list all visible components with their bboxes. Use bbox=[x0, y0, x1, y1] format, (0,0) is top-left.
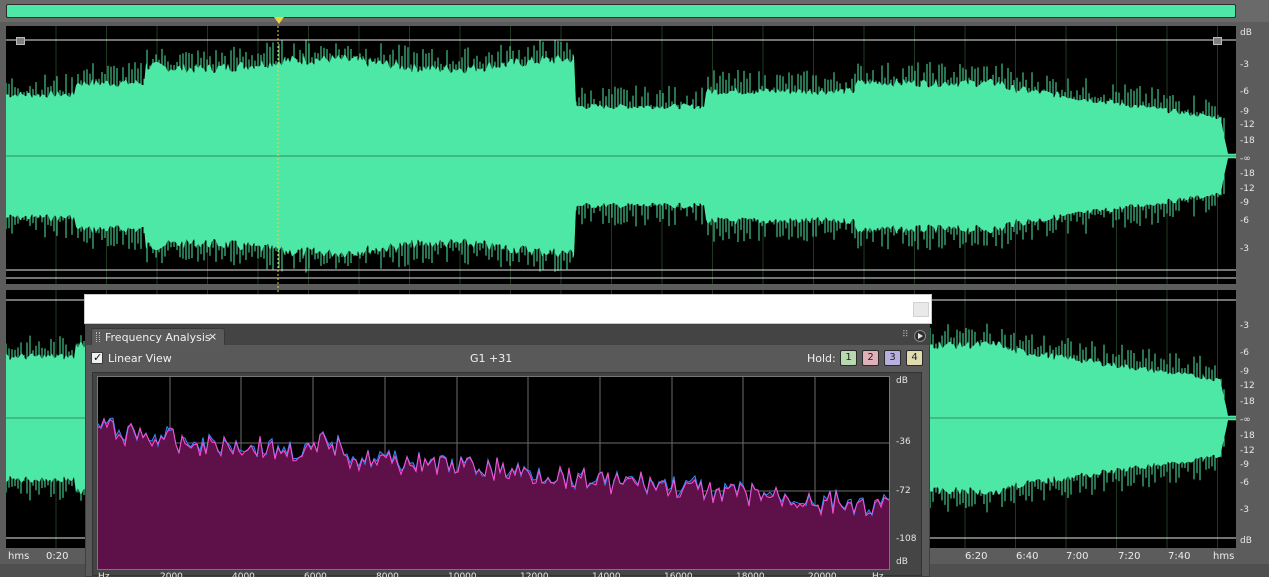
time-tick-label: 0:20 bbox=[46, 551, 69, 562]
cursor-readout: G1 +31 bbox=[470, 352, 513, 365]
db-label: -12 bbox=[1240, 184, 1255, 194]
db-label: -9 bbox=[1240, 198, 1249, 208]
waveform-overview-range[interactable] bbox=[6, 4, 1236, 18]
floating-panel-close-icon[interactable] bbox=[913, 302, 929, 317]
time-tick-label: 7:40 bbox=[1168, 551, 1191, 562]
checkmark-icon: ✓ bbox=[93, 351, 103, 364]
frequency-analysis-panel: Frequency Analysis × ⠿ ✓ Linear View G1 … bbox=[85, 324, 930, 577]
linear-view-label: Linear View bbox=[108, 352, 172, 365]
frequency-controls-row: ✓ Linear View G1 +31 Hold: 1 2 3 4 bbox=[86, 347, 929, 369]
spectrum-db-label: dB bbox=[896, 376, 908, 386]
spectrum-freq-label: Hz bbox=[872, 572, 884, 577]
spectrum-freq-label: 12000 bbox=[520, 572, 549, 577]
floating-panel-header[interactable] bbox=[84, 294, 932, 324]
panel-tab-bar: Frequency Analysis × ⠿ bbox=[86, 325, 929, 345]
tab-label: Frequency Analysis bbox=[105, 331, 211, 344]
spectrum-freq-label: 6000 bbox=[304, 572, 327, 577]
waveform-db-ruler: dB -3 -6 -9 -12 -18 -∞ -18 -12 -9 -6 -3 … bbox=[1236, 26, 1269, 548]
spectrum-freq-label: Hz bbox=[98, 572, 110, 577]
tab-close-icon[interactable]: × bbox=[208, 330, 217, 343]
db-label: -3 bbox=[1240, 60, 1249, 70]
db-label: -12 bbox=[1240, 381, 1255, 391]
time-unit-label: hms bbox=[1213, 551, 1235, 562]
right-range-handle-icon[interactable] bbox=[1213, 37, 1222, 45]
spectrum-freq-label: 4000 bbox=[232, 572, 255, 577]
db-label: -9 bbox=[1240, 367, 1249, 377]
spectrum-plot[interactable] bbox=[97, 376, 890, 570]
db-label: -6 bbox=[1240, 478, 1249, 488]
linear-view-checkbox[interactable]: ✓ bbox=[91, 351, 103, 364]
spectrum-db-ruler: dB -36 -72 -108 dB bbox=[893, 376, 921, 572]
spectrum-freq-label: 8000 bbox=[376, 572, 399, 577]
spectrum-canvas bbox=[98, 377, 889, 569]
spectrum-freq-label: 10000 bbox=[448, 572, 477, 577]
db-label: -9 bbox=[1240, 460, 1249, 470]
db-label: -3 bbox=[1240, 505, 1249, 515]
panel-grip-icon[interactable]: ⠿ bbox=[902, 330, 912, 340]
spectrum-db-label: dB bbox=[896, 557, 908, 567]
db-label: -9 bbox=[1240, 107, 1249, 117]
spectrum-db-label: -108 bbox=[896, 534, 917, 544]
spectrum-plot-frame: dB -36 -72 -108 dB bbox=[92, 372, 922, 576]
channel-divider bbox=[6, 284, 1236, 290]
db-label: -18 bbox=[1240, 169, 1255, 179]
playhead-marker-icon[interactable] bbox=[274, 17, 284, 24]
hold-button-4[interactable]: 4 bbox=[906, 350, 923, 366]
db-label: -∞ bbox=[1240, 154, 1251, 164]
spectrum-db-label: -36 bbox=[896, 437, 911, 447]
left-range-handle-icon[interactable] bbox=[16, 37, 25, 45]
overview-bar-area bbox=[0, 0, 1269, 24]
spectrum-freq-label: 20000 bbox=[808, 572, 837, 577]
db-label: -6 bbox=[1240, 216, 1249, 226]
waveform-channel-left bbox=[6, 39, 1236, 273]
play-triangle-icon bbox=[918, 333, 923, 339]
db-label: dB bbox=[1240, 536, 1252, 546]
db-label: -6 bbox=[1240, 348, 1249, 358]
db-label: -12 bbox=[1240, 120, 1255, 130]
time-tick-label: 6:40 bbox=[1016, 551, 1039, 562]
db-label: dB bbox=[1240, 28, 1252, 38]
db-label: -18 bbox=[1240, 136, 1255, 146]
spectrum-freq-label: 14000 bbox=[592, 572, 621, 577]
db-label: -18 bbox=[1240, 397, 1255, 407]
hold-button-3[interactable]: 3 bbox=[884, 350, 901, 366]
db-label: -3 bbox=[1240, 244, 1249, 254]
spectrum-db-label: -72 bbox=[896, 486, 911, 496]
db-label: -6 bbox=[1240, 87, 1249, 97]
spectrum-freq-label: 18000 bbox=[736, 572, 765, 577]
spectrum-freq-label: 2000 bbox=[160, 572, 183, 577]
time-tick-label: 7:00 bbox=[1066, 551, 1089, 562]
time-tick-label: 7:20 bbox=[1118, 551, 1141, 562]
hold-label: Hold: bbox=[807, 352, 836, 365]
db-label: -18 bbox=[1240, 431, 1255, 441]
panel-menu-button[interactable] bbox=[914, 330, 926, 342]
db-label: -12 bbox=[1240, 446, 1255, 456]
db-label: -∞ bbox=[1240, 415, 1251, 425]
drag-grip-icon[interactable] bbox=[96, 332, 100, 342]
db-label: -3 bbox=[1240, 321, 1249, 331]
hold-button-2[interactable]: 2 bbox=[862, 350, 879, 366]
time-tick-label: 6:20 bbox=[965, 551, 988, 562]
spectrum-freq-label: 16000 bbox=[664, 572, 693, 577]
time-unit-label: hms bbox=[8, 551, 30, 562]
hold-button-1[interactable]: 1 bbox=[840, 350, 857, 366]
tab-frequency-analysis[interactable]: Frequency Analysis × bbox=[91, 328, 225, 345]
